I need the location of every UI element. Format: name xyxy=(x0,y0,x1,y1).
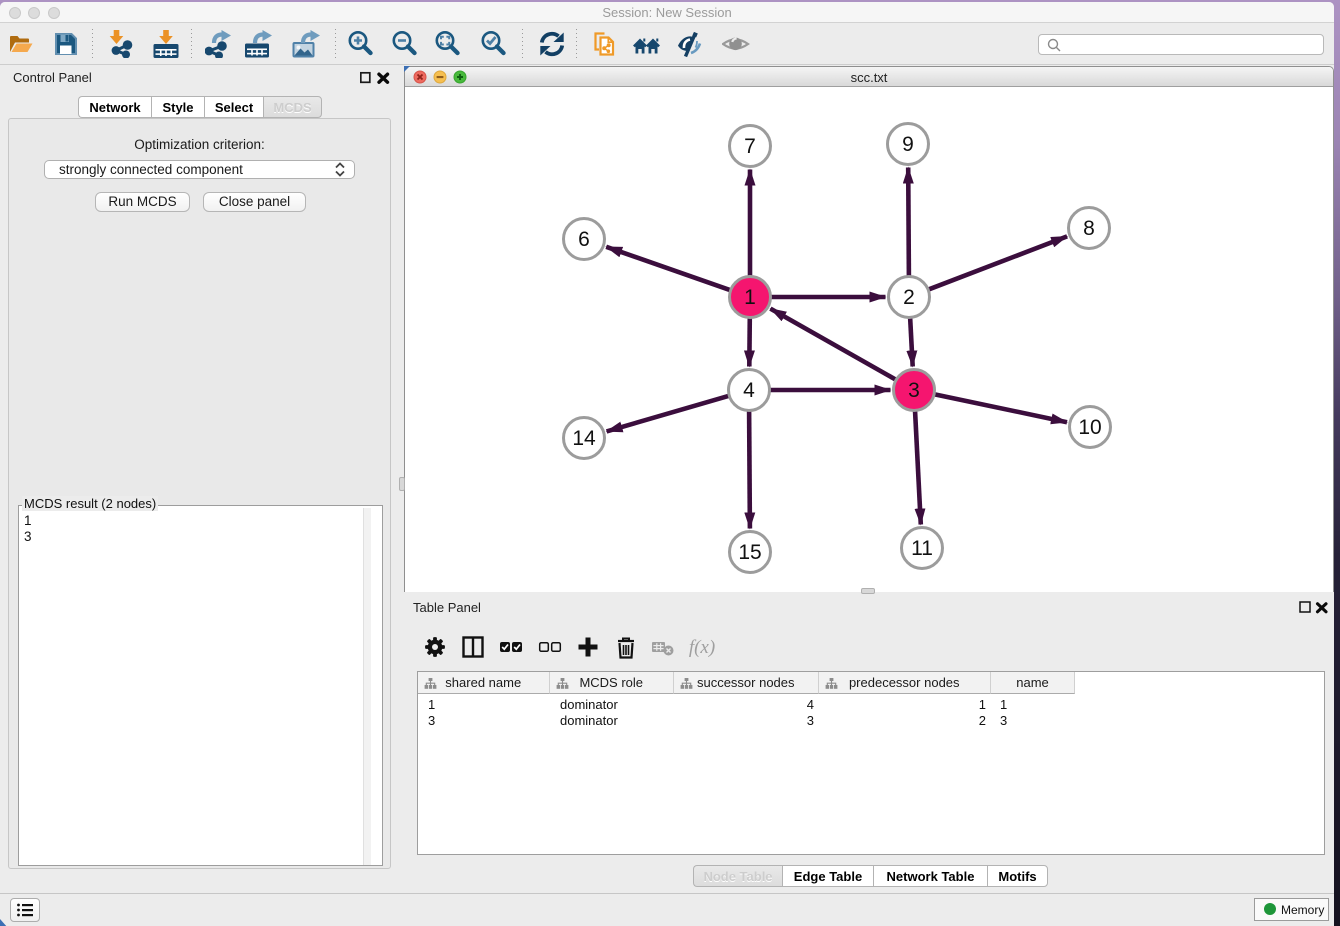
svg-text:8: 8 xyxy=(1083,217,1095,240)
svg-text:4: 4 xyxy=(743,379,755,402)
svg-text:11: 11 xyxy=(911,537,933,560)
svg-text:3: 3 xyxy=(908,379,920,402)
svg-text:14: 14 xyxy=(572,427,596,450)
svg-text:9: 9 xyxy=(902,133,914,156)
svg-text:6: 6 xyxy=(578,228,590,251)
svg-text:15: 15 xyxy=(738,541,761,564)
svg-text:10: 10 xyxy=(1078,416,1101,439)
svg-text:2: 2 xyxy=(903,286,915,309)
svg-text:1: 1 xyxy=(744,286,756,309)
svg-text:f(x): f(x) xyxy=(689,637,715,658)
svg-text:7: 7 xyxy=(744,135,756,158)
